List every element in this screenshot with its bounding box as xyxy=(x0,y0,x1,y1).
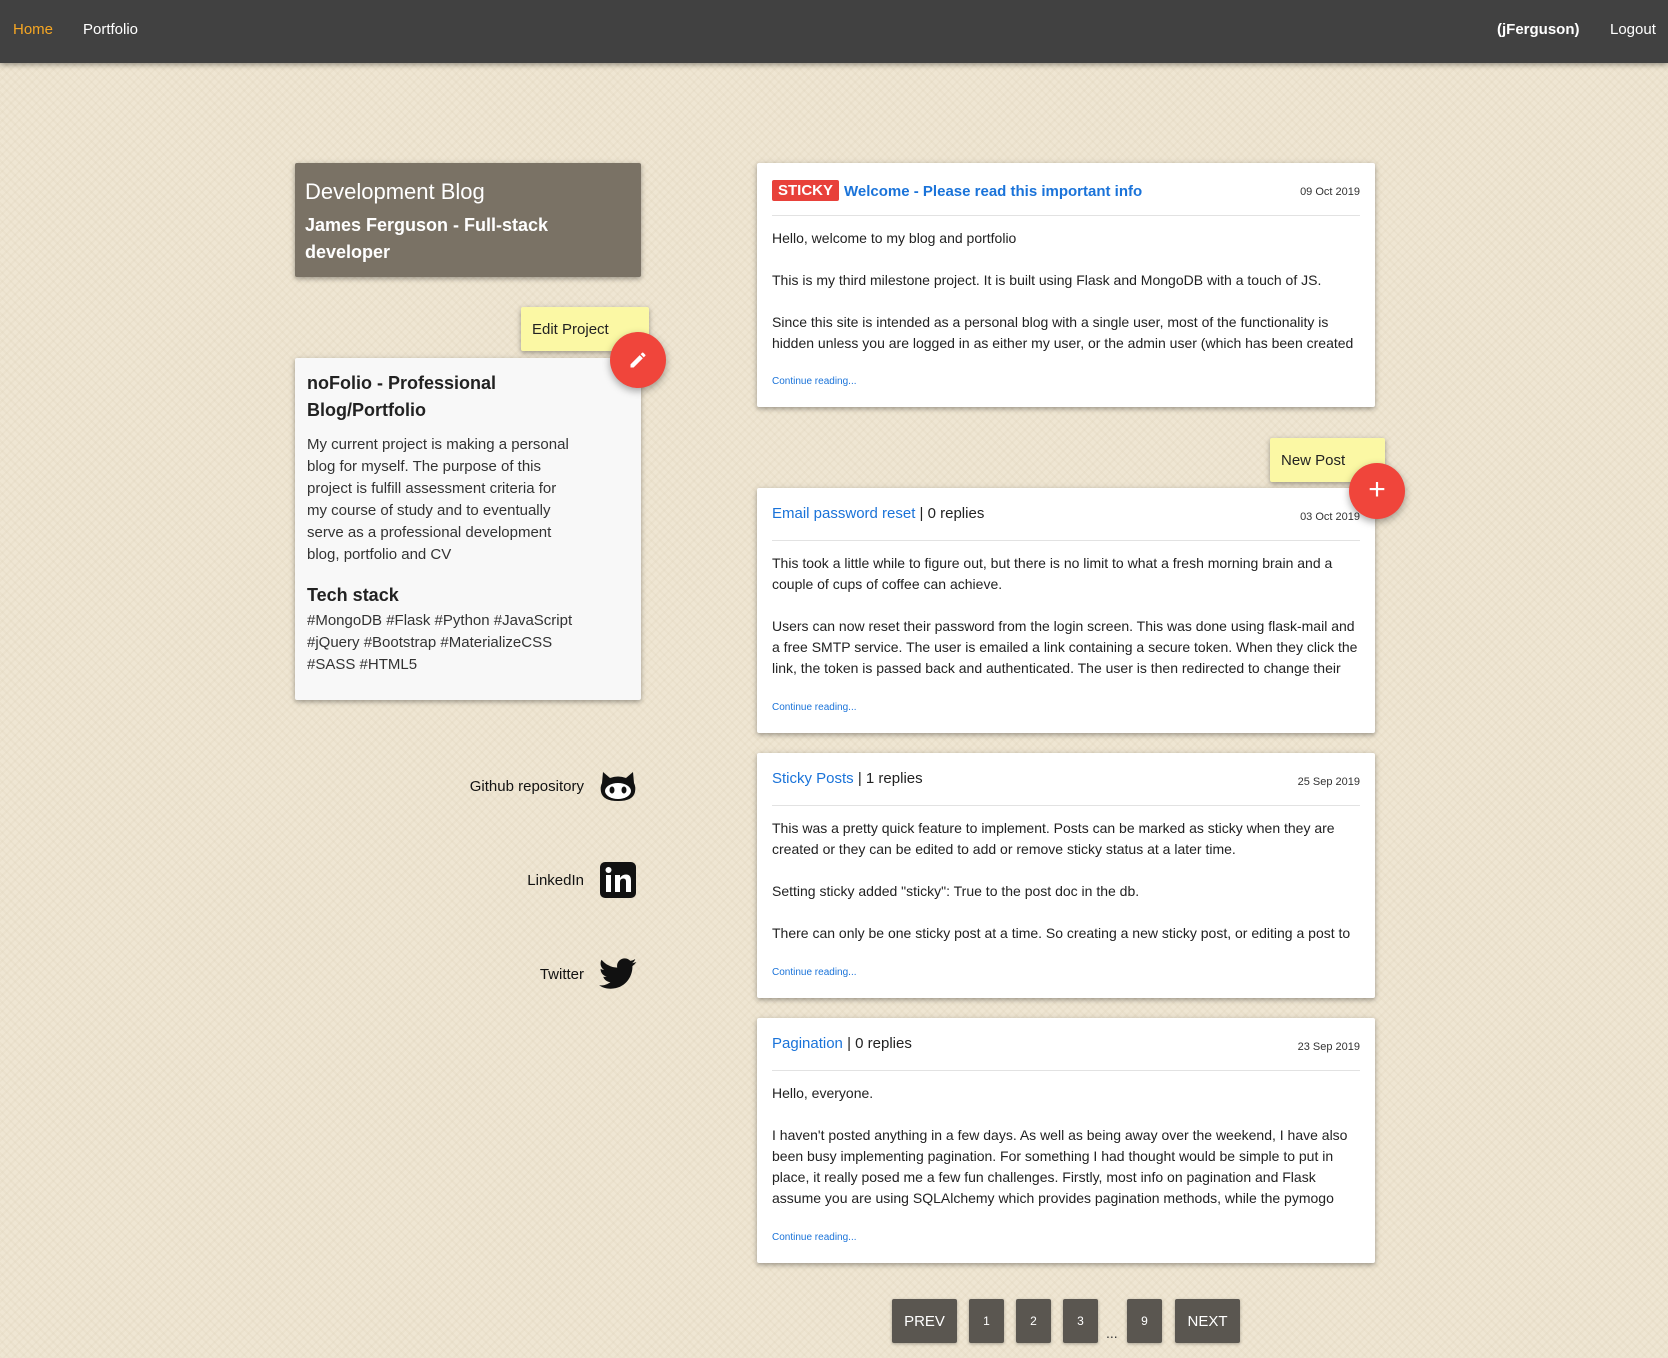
continue-reading-link[interactable]: Continue reading... xyxy=(772,702,857,713)
post-card: Email password reset | 0 replies 03 Oct … xyxy=(757,488,1375,733)
github-icon[interactable] xyxy=(598,766,638,806)
post-header: Pagination | 0 replies 23 Sep 2019 xyxy=(772,1018,1360,1071)
post-replies: | 0 replies xyxy=(842,1035,912,1052)
project-card: noFolio - Professional Blog/Portfolio My… xyxy=(295,358,641,700)
project-description: My current project is making a personal … xyxy=(307,436,569,563)
nav-logout-link[interactable]: Logout xyxy=(1610,21,1656,38)
continue-reading-link[interactable]: Continue reading... xyxy=(772,1232,857,1243)
post-card: Sticky Posts | 1 replies 25 Sep 2019 Thi… xyxy=(757,753,1375,998)
post-paragraph: Hello, everyone. xyxy=(772,1085,874,1101)
sticky-badge: STICKY xyxy=(772,180,840,201)
plus-icon: + xyxy=(1368,472,1386,506)
post-title-link[interactable]: Email password reset xyxy=(772,505,915,522)
post-header: STICKY Welcome - Please read this importa… xyxy=(772,163,1360,216)
post-paragraph: Setting sticky added "sticky": True to t… xyxy=(772,883,1140,899)
post-card-sticky: STICKY Welcome - Please read this importa… xyxy=(757,163,1375,407)
post-replies: | 1 replies xyxy=(853,770,923,787)
post-paragraph: There can only be one sticky post at a t… xyxy=(772,925,1351,941)
post-replies: | 0 replies xyxy=(915,505,985,522)
post-excerpt: This took a little while to figure out, … xyxy=(772,553,1360,689)
new-post-button[interactable]: + xyxy=(1349,463,1405,519)
blog-header-card: Development Blog James Ferguson - Full-s… xyxy=(295,163,641,277)
prev-page-button[interactable]: PREV xyxy=(892,1299,957,1343)
post-date: 09 Oct 2019 xyxy=(1300,186,1360,198)
post-paragraph: This was a pretty quick feature to imple… xyxy=(772,820,1335,857)
post-card: Pagination | 0 replies 23 Sep 2019 Hello… xyxy=(757,1018,1375,1263)
post-title-line: Email password reset | 0 replies xyxy=(772,505,984,522)
post-paragraph: Since this site is intended as a persona… xyxy=(772,314,1354,351)
post-title-line: STICKY Welcome - Please read this importa… xyxy=(772,180,1142,201)
post-excerpt: Hello, welcome to my blog and portfolio … xyxy=(772,228,1360,364)
post-paragraph: This is my third milestone project. It i… xyxy=(772,272,1322,288)
post-title-line: Pagination | 0 replies xyxy=(772,1035,912,1052)
next-page-button[interactable]: NEXT xyxy=(1175,1299,1240,1343)
post-title-link[interactable]: Sticky Posts xyxy=(772,770,854,787)
edit-project-button[interactable] xyxy=(610,332,666,388)
linkedin-icon[interactable] xyxy=(598,860,638,900)
page-button-3[interactable]: 3 xyxy=(1063,1299,1098,1343)
nav-user-link[interactable]: (jFerguson) xyxy=(1497,21,1580,38)
post-paragraph: Hello, welcome to my blog and portfolio xyxy=(772,230,1017,246)
page-button-1[interactable]: 1 xyxy=(969,1299,1004,1343)
twitter-label[interactable]: Twitter xyxy=(540,966,584,983)
post-date: 23 Sep 2019 xyxy=(1297,1041,1360,1053)
pencil-icon xyxy=(630,352,646,368)
page-button-9[interactable]: 9 xyxy=(1127,1299,1162,1343)
page-button-2[interactable]: 2 xyxy=(1016,1299,1051,1343)
blog-title: Development Blog xyxy=(305,179,485,204)
post-title-line: Sticky Posts | 1 replies xyxy=(772,770,923,787)
pagination-ellipsis: ... xyxy=(1106,1325,1118,1341)
pagination: PREV 1 2 3 ... 9 NEXT xyxy=(0,1299,1668,1343)
post-header: Sticky Posts | 1 replies 25 Sep 2019 xyxy=(772,753,1360,806)
tech-stack-list: #MongoDB #Flask #Python #JavaScript #jQu… xyxy=(307,612,573,673)
navbar: Home Portfolio (jFerguson) Logout xyxy=(0,0,1668,63)
continue-reading-link[interactable]: Continue reading... xyxy=(772,967,857,978)
post-paragraph: I haven't posted anything in a few days.… xyxy=(772,1127,1348,1206)
post-paragraph: This took a little while to figure out, … xyxy=(772,555,1333,592)
twitter-link[interactable]: Twitter xyxy=(540,954,638,994)
post-excerpt: Hello, everyone. I haven't posted anythi… xyxy=(772,1083,1360,1219)
linkedin-link[interactable]: LinkedIn xyxy=(527,860,638,900)
post-paragraph: Users can now reset their password from … xyxy=(772,618,1358,676)
post-title-link[interactable]: Welcome - Please read this important inf… xyxy=(844,183,1142,200)
nav-home-link[interactable]: Home xyxy=(13,21,53,38)
tech-stack-heading: Tech stack xyxy=(307,585,399,605)
post-header: Email password reset | 0 replies 03 Oct … xyxy=(772,488,1360,541)
nav-portfolio-link[interactable]: Portfolio xyxy=(83,21,138,38)
twitter-icon[interactable] xyxy=(598,954,638,994)
post-date: 25 Sep 2019 xyxy=(1297,776,1360,788)
blog-subtitle: James Ferguson - Full-stack developer xyxy=(305,215,549,262)
post-title-link[interactable]: Pagination xyxy=(772,1035,843,1052)
project-title: noFolio - Professional Blog/Portfolio xyxy=(307,373,497,420)
continue-reading-link[interactable]: Continue reading... xyxy=(772,376,857,387)
post-date: 03 Oct 2019 xyxy=(1300,511,1360,523)
linkedin-label[interactable]: LinkedIn xyxy=(527,872,584,889)
github-label[interactable]: Github repository xyxy=(470,778,584,795)
post-excerpt: This was a pretty quick feature to imple… xyxy=(772,818,1360,954)
github-link[interactable]: Github repository xyxy=(470,766,638,806)
